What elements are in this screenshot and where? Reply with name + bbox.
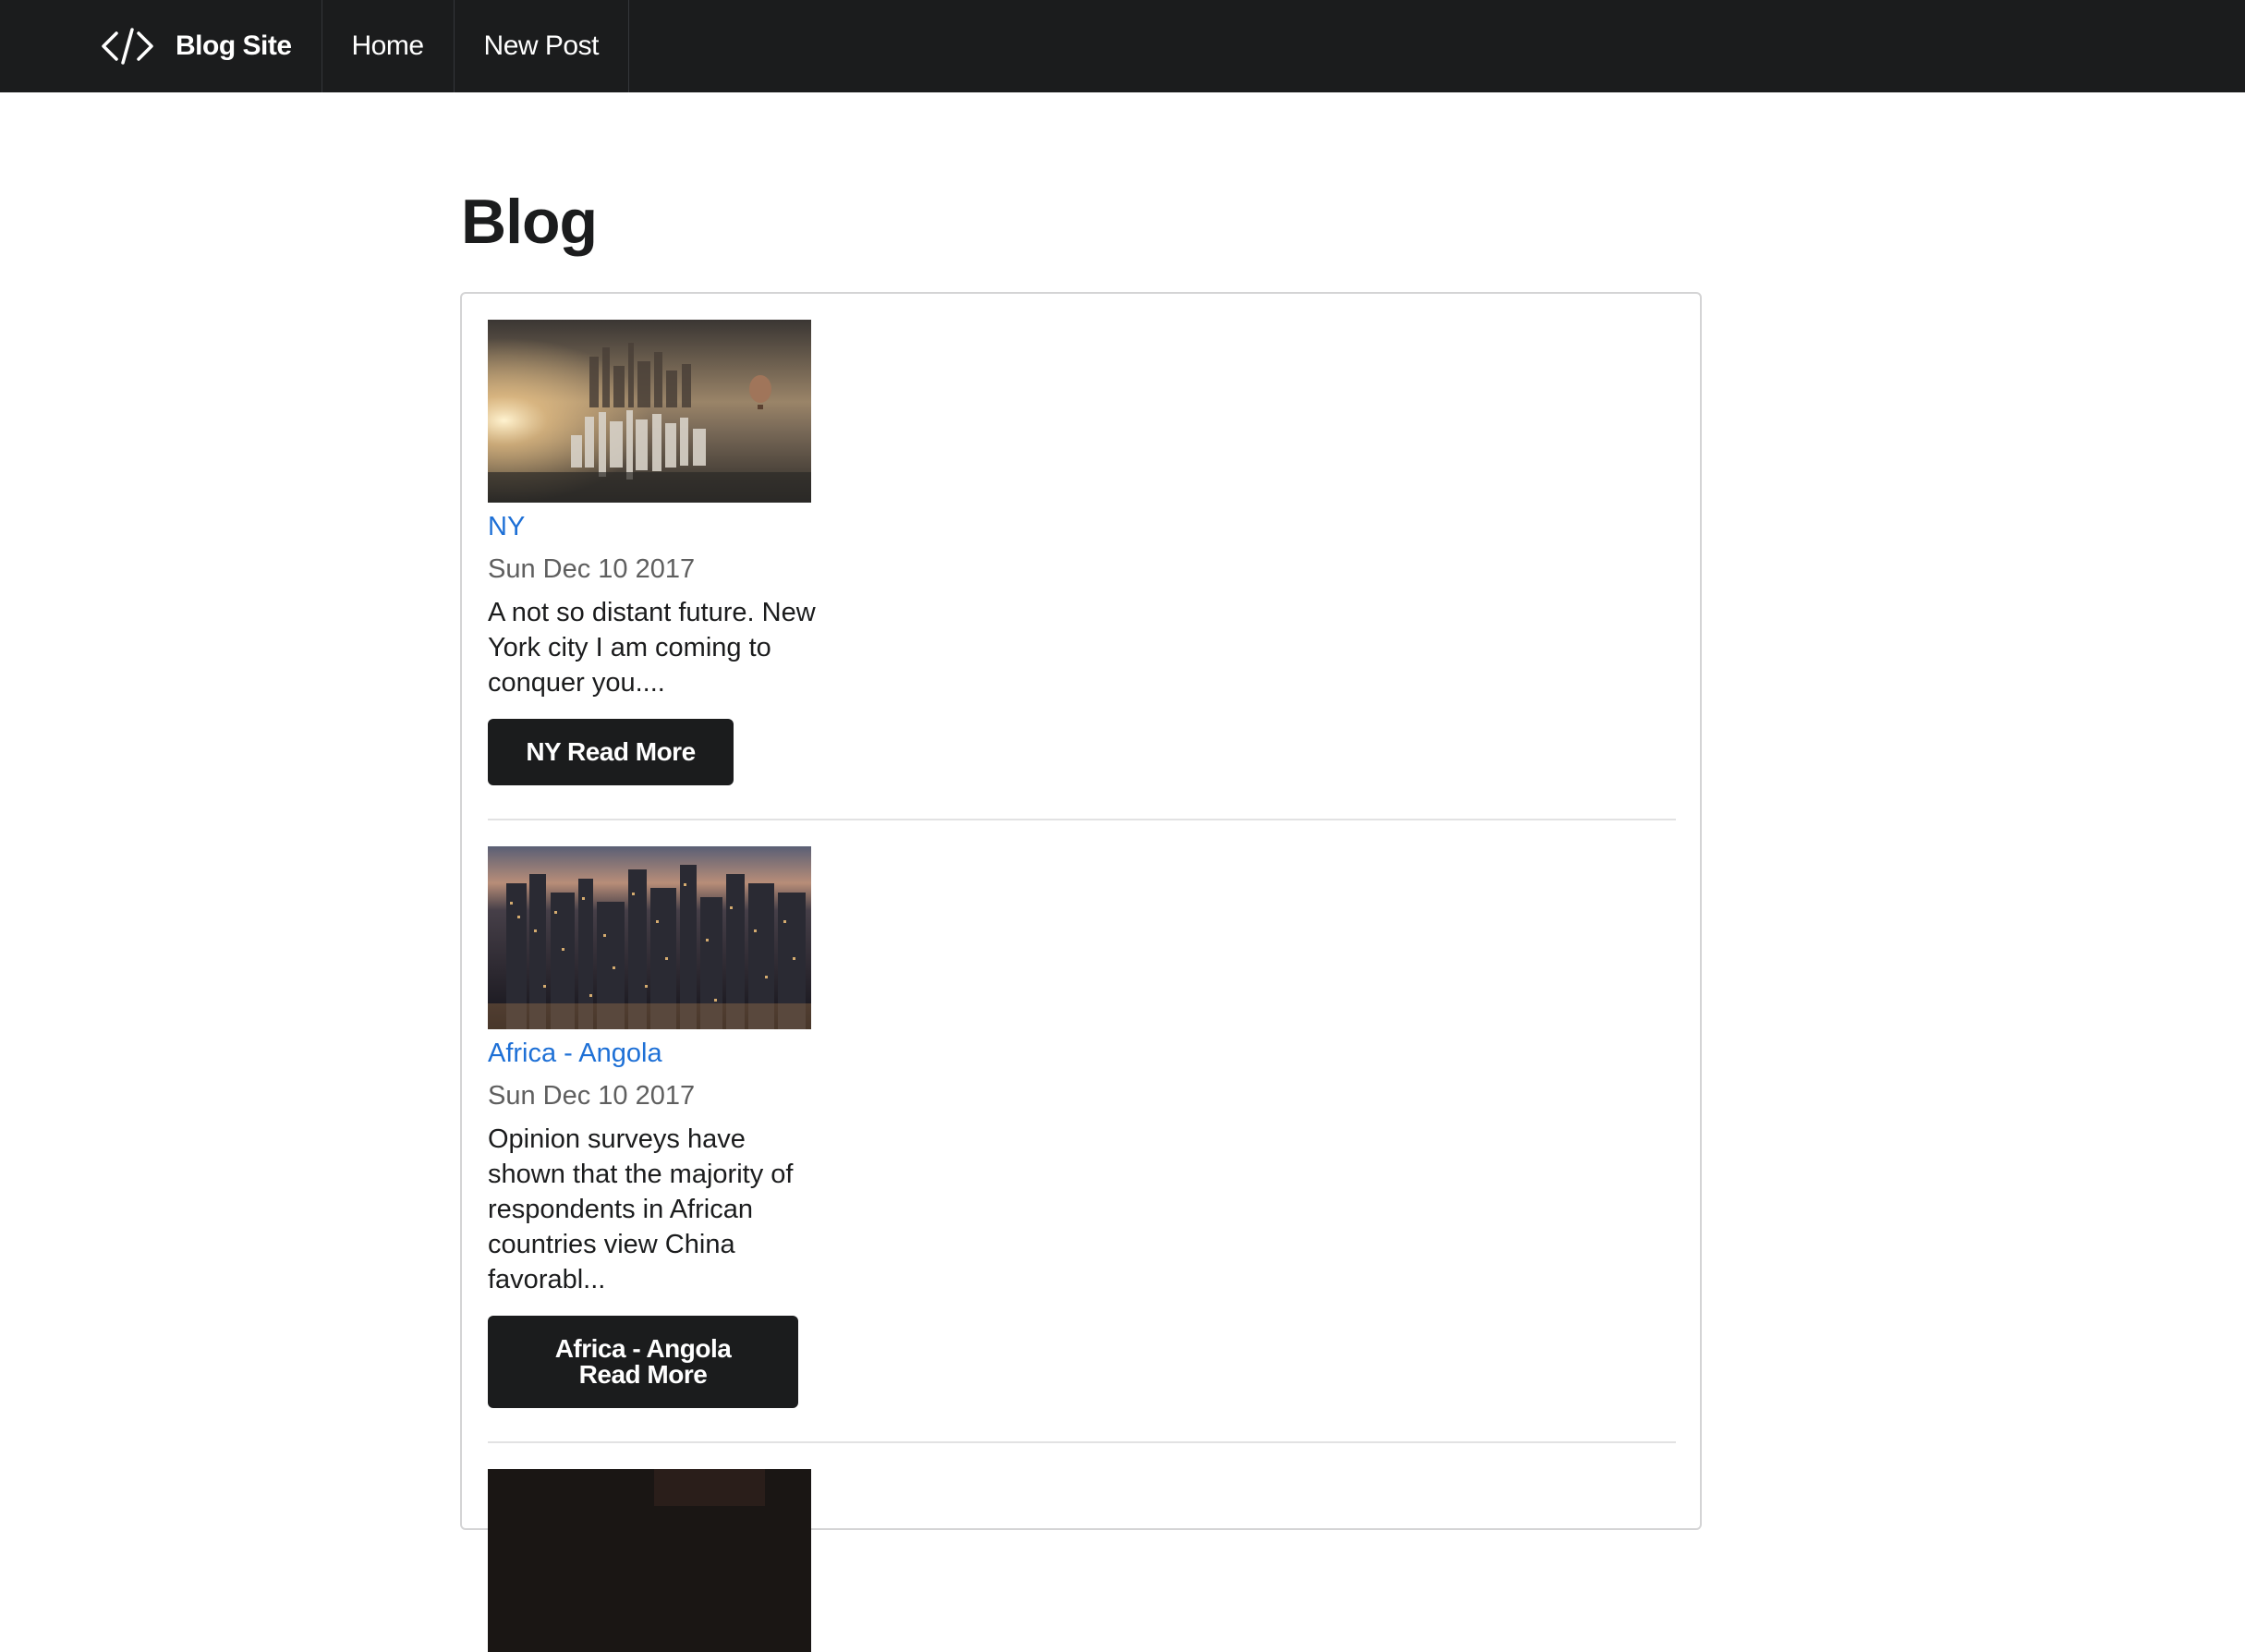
read-more-label-line-2: Read More: [578, 1360, 708, 1389]
post-divider: [488, 819, 1676, 820]
brand-link[interactable]: Blog Site: [0, 0, 322, 92]
read-more-label-line-1: Africa - Angola: [554, 1334, 732, 1363]
top-navbar: Blog Site Home New Post: [0, 0, 2245, 92]
read-more-button[interactable]: Africa - Angola Read More: [488, 1316, 798, 1408]
nav-item-new-post[interactable]: New Post: [455, 0, 629, 92]
post-item: NY Sun Dec 10 2017 A not so distant futu…: [488, 320, 1676, 785]
nav-item-home[interactable]: Home: [322, 0, 455, 92]
post-date: Sun Dec 10 2017: [488, 1081, 696, 1111]
read-more-label: NY Read More: [526, 737, 696, 766]
post-divider: [488, 1441, 1676, 1443]
post-title-link[interactable]: NY: [488, 508, 1676, 545]
code-brackets-icon: [102, 28, 153, 65]
post-item: Africa - Angola Sun Dec 10 2017 Opinion …: [488, 846, 1676, 1408]
nav-item-home-label: Home: [351, 30, 425, 61]
post-thumbnail: [488, 320, 811, 503]
page-title: Blog: [461, 187, 598, 257]
post-excerpt: Opinion surveys have shown that the majo…: [488, 1124, 794, 1294]
brand-label: Blog Site: [176, 30, 292, 61]
post-list: NY Sun Dec 10 2017 A not so distant futu…: [460, 292, 1702, 1652]
read-more-button[interactable]: NY Read More: [488, 719, 734, 785]
post-thumbnail: [488, 846, 811, 1029]
post-thumbnail: [488, 1469, 811, 1652]
post-date: Sun Dec 10 2017: [488, 554, 696, 584]
post-title-link[interactable]: Africa - Angola: [488, 1035, 1676, 1072]
nav-item-new-post-label: New Post: [483, 30, 600, 61]
post-item: [488, 1469, 1676, 1652]
post-excerpt: A not so distant future. New York city I…: [488, 598, 816, 698]
